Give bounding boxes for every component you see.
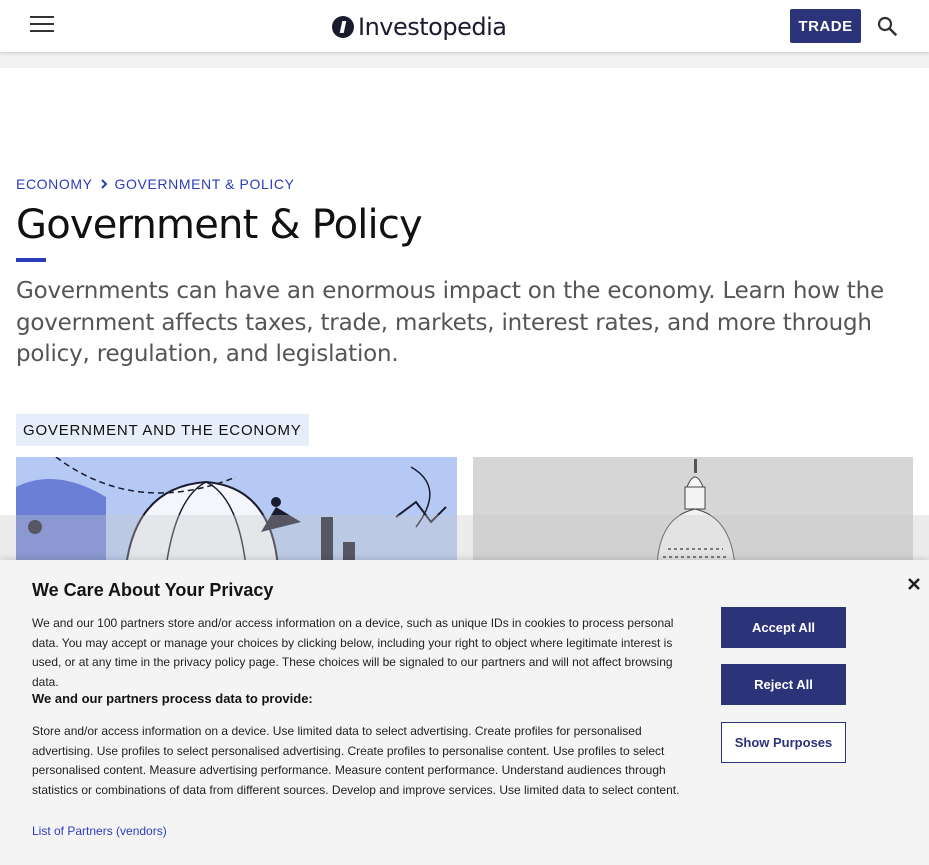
accept-all-button[interactable]: Accept All	[721, 607, 846, 648]
breadcrumb-government-policy[interactable]: GOVERNMENT & POLICY	[115, 176, 295, 192]
site-logo[interactable]: Investopedia	[332, 12, 507, 42]
ad-placeholder-strip	[0, 52, 929, 68]
menu-icon[interactable]	[30, 16, 54, 36]
section-tag[interactable]: GOVERNMENT AND THE ECONOMY	[16, 414, 309, 446]
privacy-consent-banner: We Care About Your Privacy We and our 10…	[0, 560, 929, 865]
breadcrumb: ECONOMY GOVERNMENT & POLICY	[16, 176, 295, 192]
breadcrumb-economy[interactable]: ECONOMY	[16, 176, 93, 192]
reject-all-button[interactable]: Reject All	[721, 664, 846, 705]
overlay-dim-strip	[0, 515, 929, 565]
consent-subhead: We and our partners process data to prov…	[32, 691, 313, 706]
title-underline	[16, 258, 46, 262]
consent-title: We Care About Your Privacy	[32, 580, 274, 600]
trade-button[interactable]: TRADE	[790, 9, 861, 43]
show-purposes-button[interactable]: Show Purposes	[721, 722, 846, 763]
chevron-right-icon	[100, 179, 107, 189]
consent-body-text: We and our 100 partners store and/or acc…	[32, 616, 674, 689]
close-icon[interactable]	[905, 575, 923, 593]
site-header: Investopedia TRADE	[0, 0, 929, 52]
logo-mark-icon	[332, 16, 354, 38]
consent-purposes-text: Store and/or access information on a dev…	[32, 724, 680, 797]
partners-link[interactable]: List of Partners (vendors)	[32, 824, 167, 838]
logo-text: Investopedia	[358, 13, 507, 41]
search-icon[interactable]	[877, 16, 897, 36]
page-title: Government & Policy	[16, 202, 423, 248]
page-description: Governments can have an enormous impact …	[16, 278, 884, 367]
